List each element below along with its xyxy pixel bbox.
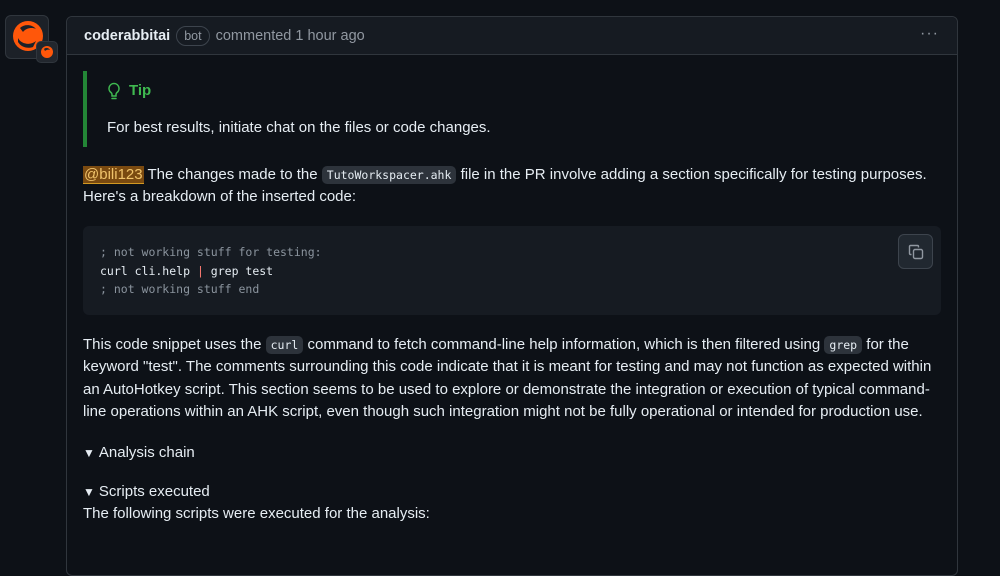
code-line-2-rest: grep test — [203, 263, 274, 278]
bot-badge: bot — [176, 25, 210, 46]
lightbulb-icon — [108, 82, 120, 100]
comment-meta[interactable]: commented 1 hour ago — [216, 28, 365, 44]
disclosure-triangle-icon: ▼ — [83, 446, 95, 460]
avatar[interactable] — [5, 15, 58, 63]
inline-code-grep: grep — [824, 336, 863, 354]
code-line-2-cmd: curl cli.help — [100, 263, 197, 278]
details-scripts-executed[interactable]: ▼ Scripts executed — [83, 481, 210, 503]
comment-header: coderabbitai bot commented 1 hour ago ··… — [67, 17, 957, 55]
code-block: ; not working stuff for testing: curl cl… — [83, 226, 941, 315]
tip-heading: Tip — [107, 80, 151, 102]
code-line-1: ; not working stuff for testing: — [100, 245, 322, 259]
user-mention[interactable]: @bili123 — [83, 166, 144, 184]
copy-button[interactable] — [898, 234, 933, 269]
details-analysis-chain[interactable]: ▼ Analysis chain — [83, 442, 195, 464]
copy-icon — [908, 244, 923, 259]
explanation-paragraph: This code snippet uses the curl command … — [83, 334, 941, 423]
code-line-3: ; not working stuff end — [100, 282, 260, 296]
inline-code-curl: curl — [265, 336, 304, 354]
disclosure-triangle-icon: ▼ — [83, 485, 95, 499]
paragraph-text: command to fetch command-line help infor… — [303, 336, 825, 353]
kebab-menu-icon[interactable]: ··· — [920, 26, 939, 42]
tip-title: Tip — [129, 82, 152, 99]
paragraph-text: This code snippet uses the — [83, 336, 266, 353]
tip-callout: Tip For best results, initiate chat on t… — [83, 71, 941, 147]
scripts-description: The following scripts were executed for … — [83, 505, 430, 522]
code-line-2-pipe: | — [196, 263, 204, 278]
paragraph-text: The changes made to the — [143, 166, 322, 183]
tip-text: For best results, initiate chat on the f… — [107, 119, 491, 136]
rabbit-badge-icon — [41, 46, 53, 58]
author-name[interactable]: coderabbitai — [84, 28, 170, 44]
comment-box: coderabbitai bot commented 1 hour ago ··… — [66, 16, 958, 576]
details-summary: Scripts executed — [98, 483, 210, 500]
inline-code-filename: TutoWorkspacer.ahk — [321, 166, 457, 184]
avatar-badge — [36, 41, 58, 63]
breakdown-paragraph: @bili123 The changes made to the TutoWor… — [83, 164, 941, 208]
details-summary: Analysis chain — [98, 444, 195, 461]
